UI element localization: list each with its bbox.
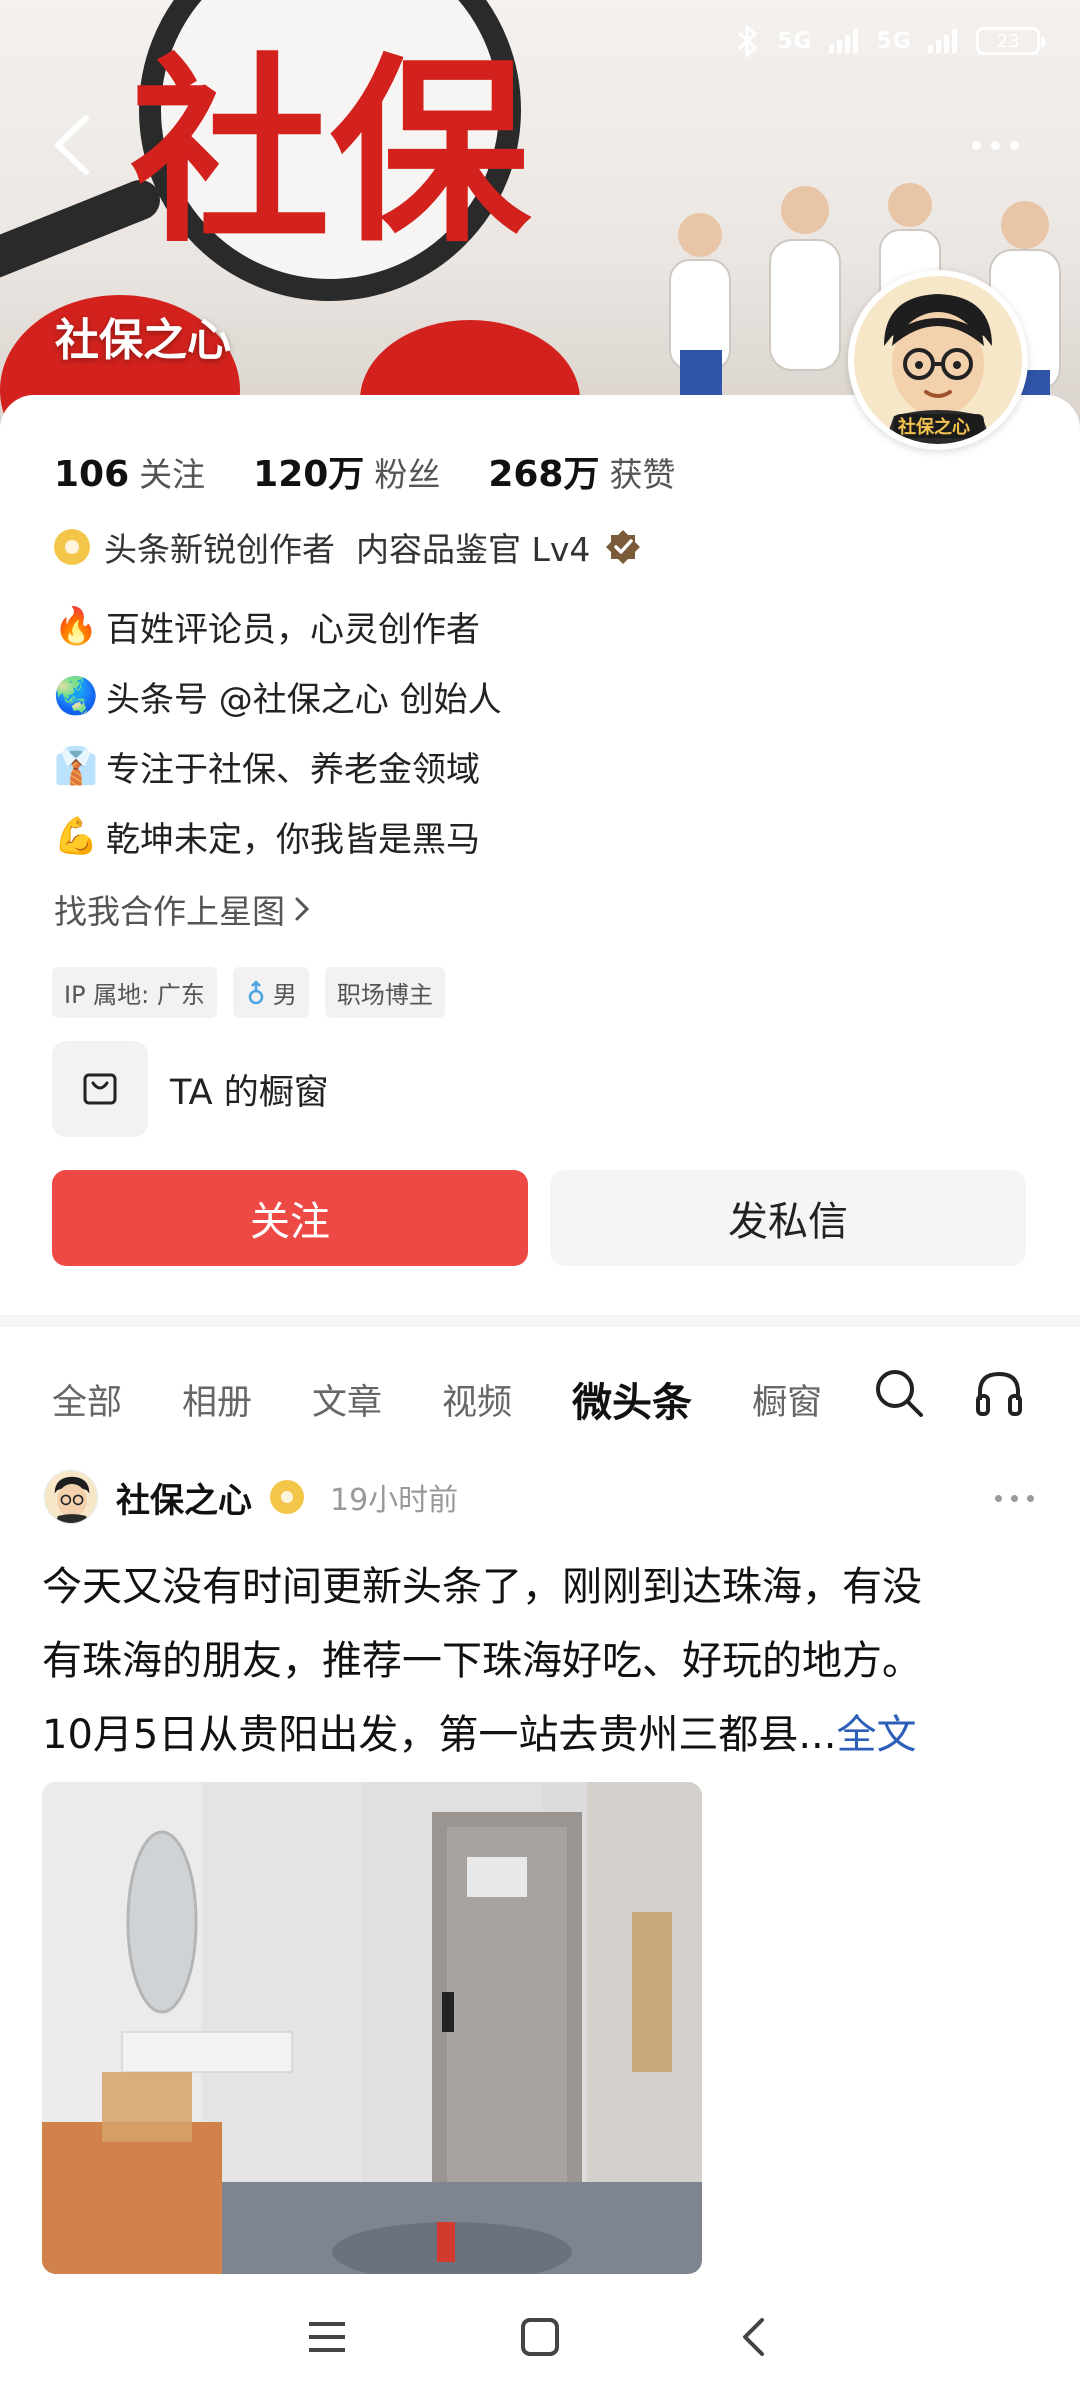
read-more-link[interactable]: 全文 (837, 1712, 917, 1758)
globe-icon: 🌏 (53, 676, 99, 717)
action-buttons: 关注 发私信 (52, 1170, 1026, 1266)
bio-line: 👔 专注于社保、养老金领域 (54, 731, 954, 801)
status-bar: 5G 5G 23 (733, 24, 1045, 58)
content-tabs: 全部 相册 文章 视频 微头条 橱窗 (52, 1370, 1032, 1428)
post-text-line: 有珠海的朋友，推荐一下珠海好吃、好玩的地方。 (42, 1638, 922, 1684)
tag-category: 职场博主 (324, 967, 445, 1018)
post-photo[interactable] (42, 1782, 702, 2274)
follow-button[interactable]: 关注 (52, 1170, 528, 1266)
post-header: 社保之心 19小时前 (44, 1470, 458, 1524)
cooperation-text: 找我合作上星图 (54, 892, 285, 931)
home-square-icon[interactable] (510, 2307, 570, 2367)
tag-ip-location: IP 属地: 广东 (52, 967, 217, 1018)
battery-level: 23 (996, 30, 1020, 52)
bio-line: 🌏 头条号 @社保之心 创始人 (54, 661, 954, 731)
stat-likes[interactable]: 268万 获赞 (488, 445, 675, 497)
more-dots-icon[interactable] (960, 130, 1030, 160)
back-chevron-icon[interactable] (723, 2307, 783, 2367)
bio-text: 头条号 @社保之心 创始人 (106, 679, 502, 720)
followers-label: 粉丝 (374, 455, 441, 494)
message-button[interactable]: 发私信 (550, 1170, 1026, 1266)
tab-all[interactable]: 全部 (52, 1374, 122, 1425)
profile-stats: 106 关注 120万 粉丝 268万 获赞 (54, 445, 675, 497)
signal-bars-icon (828, 29, 858, 53)
likes-label: 获赞 (609, 455, 676, 494)
bluetooth-icon (738, 24, 758, 58)
stat-followers[interactable]: 120万 粉丝 (253, 445, 440, 497)
battery-icon: 23 (976, 27, 1045, 55)
section-divider (0, 1315, 1080, 1327)
shopping-bag-icon (52, 1041, 148, 1137)
profile-bio: 🔥 百姓评论员，心灵创作者 🌏 头条号 @社保之心 创始人 👔 专注于社保、养老… (54, 591, 954, 871)
fire-icon: 🔥 (53, 606, 99, 647)
post-timestamp: 19小时前 (330, 1483, 459, 1518)
search-icon[interactable] (872, 1366, 926, 1420)
following-label: 关注 (139, 455, 206, 494)
stat-following[interactable]: 106 关注 (54, 448, 205, 496)
avatar[interactable]: 社保之心 (848, 270, 1028, 450)
tab-micro-posts[interactable]: 微头条 (572, 1370, 692, 1428)
post-more-icon[interactable] (995, 1495, 1034, 1502)
post-author-name[interactable]: 社保之心 (116, 1473, 252, 1522)
shop-window-label: TA 的橱窗 (170, 1072, 329, 1113)
tag-text: IP 属地: 广东 (64, 981, 205, 1009)
likes-count: 268万 (488, 454, 600, 495)
verified-badge-icon (606, 530, 641, 564)
post-text-line: 10月5日从贵阳出发，第一站去贵州三都县... (42, 1712, 837, 1758)
post-text-line: 今天又没有时间更新头条了，刚刚到达珠海，有没 (42, 1564, 922, 1610)
certification-text: 头条新锐创作者 内容品鉴官 Lv4 (104, 530, 591, 569)
tab-shop-window[interactable]: 橱窗 (752, 1374, 822, 1425)
tab-articles[interactable]: 文章 (312, 1374, 382, 1425)
necktie-icon: 👔 (53, 746, 99, 787)
headphones-icon[interactable] (972, 1366, 1026, 1420)
banner-art-text: 社保 (130, 37, 531, 270)
signal-1: 5G (777, 28, 813, 54)
signal-bars-icon (928, 29, 957, 53)
post-body[interactable]: 今天又没有时间更新头条了，刚刚到达珠海，有没 有珠海的朋友，推荐一下珠海好吃、好… (42, 1550, 1042, 1772)
profile-card: 106 关注 120万 粉丝 268万 获赞 头条新锐创作者 内容品鉴官 Lv4… (0, 395, 1080, 1315)
tab-videos[interactable]: 视频 (442, 1374, 512, 1425)
tag-text: 男 (272, 981, 297, 1009)
bio-text: 专注于社保、养老金领域 (106, 749, 480, 790)
creator-certification[interactable]: 头条新锐创作者 内容品鉴官 Lv4 (54, 523, 642, 571)
creator-badge-icon (270, 1480, 304, 1514)
followers-count: 120万 (253, 454, 365, 495)
tag-gender: 男 (232, 967, 309, 1018)
bio-text: 百姓评论员，心灵创作者 (106, 609, 480, 650)
creator-badge-icon (54, 529, 90, 565)
following-count: 106 (54, 454, 130, 495)
back-arrow-icon[interactable] (48, 110, 96, 180)
banner-title: 社保之心 (55, 315, 231, 366)
system-nav-bar (0, 2274, 1080, 2400)
flexed-arm-icon: 💪 (53, 816, 99, 857)
male-icon (248, 979, 264, 1004)
menu-icon[interactable] (297, 2307, 357, 2367)
bio-text: 乾坤未定，你我皆是黑马 (106, 819, 480, 860)
profile-tags: IP 属地: 广东 男 职场博主 (52, 967, 445, 1018)
signal-2: 5G (876, 28, 912, 54)
shop-window-entry[interactable]: TA 的橱窗 (52, 1041, 329, 1137)
chevron-right-icon (295, 897, 310, 921)
cooperation-link[interactable]: 找我合作上星图 (54, 885, 311, 933)
tag-text: 职场博主 (336, 981, 433, 1009)
bio-line: 🔥 百姓评论员，心灵创作者 (54, 591, 954, 661)
tab-album[interactable]: 相册 (182, 1374, 252, 1425)
bio-line: 💪 乾坤未定，你我皆是黑马 (54, 801, 954, 871)
post-author-avatar[interactable] (44, 1470, 98, 1524)
avatar-caption: 社保之心 (898, 417, 970, 438)
